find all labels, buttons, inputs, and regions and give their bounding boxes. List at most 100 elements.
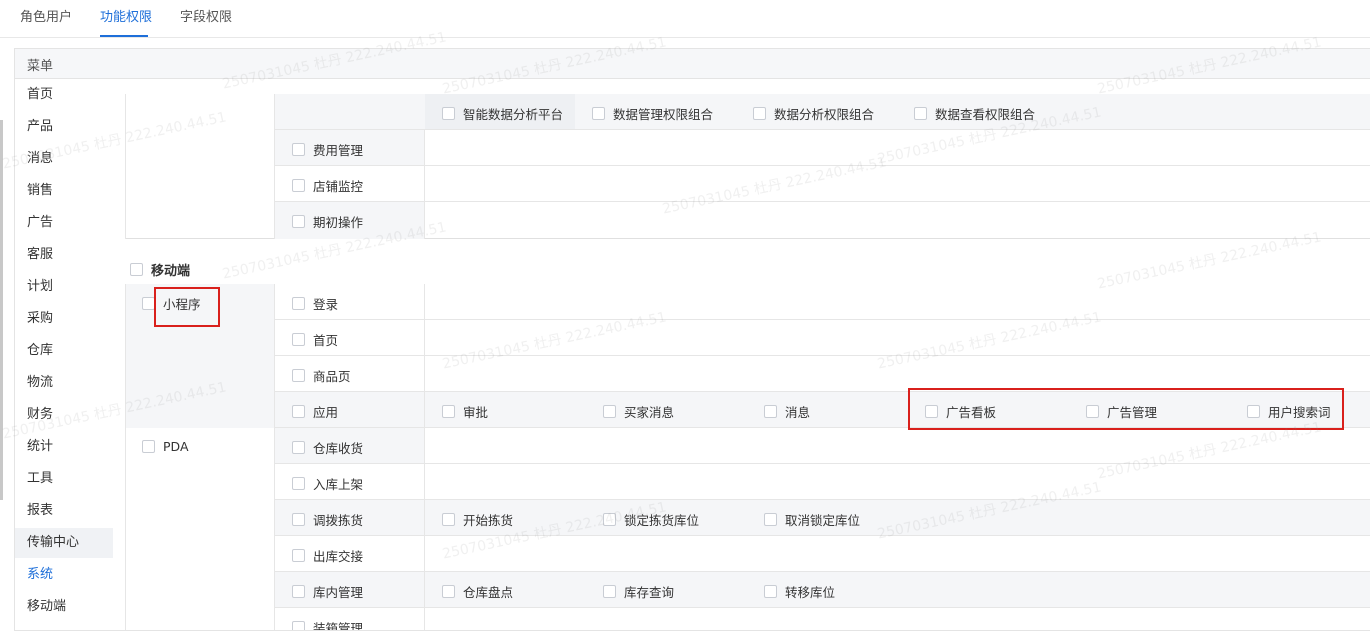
row-putaway xyxy=(275,464,1370,500)
checkbox[interactable] xyxy=(603,513,616,526)
checkbox[interactable] xyxy=(1086,405,1099,418)
checkbox[interactable] xyxy=(442,107,455,120)
checkbox[interactable] xyxy=(764,405,777,418)
option-packing-management[interactable]: 装箱管理 xyxy=(292,618,363,630)
panel-header: 菜单 xyxy=(15,49,1370,79)
option-mini-home[interactable]: 首页 xyxy=(292,330,338,349)
option-move-location[interactable]: 转移库位 xyxy=(764,582,835,601)
option-start-picking[interactable]: 开始拣货 xyxy=(442,510,513,529)
option-ad-dashboard[interactable]: 广告看板 xyxy=(925,402,996,421)
option-data-analysis-group[interactable]: 数据分析权限组合 xyxy=(753,104,874,123)
option-storage-management[interactable]: 库内管理 xyxy=(292,582,363,601)
menu-item-tools[interactable]: 工具 xyxy=(15,464,113,494)
checkbox[interactable] xyxy=(764,585,777,598)
row-login xyxy=(275,284,1370,320)
option-initial-operation[interactable]: 期初操作 xyxy=(292,212,363,231)
checkbox[interactable] xyxy=(130,263,143,276)
checkbox[interactable] xyxy=(1247,405,1260,418)
row-apps xyxy=(275,392,1370,428)
option-unlock-location[interactable]: 取消锁定库位 xyxy=(764,510,860,529)
checkbox[interactable] xyxy=(914,107,927,120)
row-expense xyxy=(275,130,1370,166)
menu-item-warehouse[interactable]: 仓库 xyxy=(15,336,113,366)
checkbox[interactable] xyxy=(292,549,305,562)
checkbox[interactable] xyxy=(442,405,455,418)
row-shop-monitor xyxy=(275,166,1370,202)
option-apps[interactable]: 应用 xyxy=(292,402,338,421)
menu-item-message[interactable]: 消息 xyxy=(15,144,113,174)
checkbox[interactable] xyxy=(753,107,766,120)
option-transfer-picking[interactable]: 调拨拣货 xyxy=(292,510,363,529)
option-outbound-handover[interactable]: 出库交接 xyxy=(292,546,363,565)
checkbox[interactable] xyxy=(292,333,305,346)
checkbox[interactable] xyxy=(292,441,305,454)
permission-tabs: 角色用户 功能权限 字段权限 xyxy=(0,0,1370,38)
option-smart-data-platform[interactable]: 智能数据分析平台 xyxy=(442,104,563,123)
option-stock-count[interactable]: 仓库盘点 xyxy=(442,582,513,601)
option-product-page[interactable]: 商品页 xyxy=(292,366,351,385)
option-messages[interactable]: 消息 xyxy=(764,402,810,421)
active-tab-indicator xyxy=(100,35,148,37)
checkbox[interactable] xyxy=(592,107,605,120)
checkbox[interactable] xyxy=(292,405,305,418)
mobile-section-header[interactable]: 移动端 xyxy=(130,260,190,279)
menu-item-service[interactable]: 客服 xyxy=(15,240,113,270)
option-putaway[interactable]: 入库上架 xyxy=(292,474,363,493)
checkbox[interactable] xyxy=(442,513,455,526)
option-receiving[interactable]: 仓库收货 xyxy=(292,438,363,457)
option-data-management-group[interactable]: 数据管理权限组合 xyxy=(592,104,713,123)
option-user-search-terms[interactable]: 用户搜索词 xyxy=(1247,402,1331,421)
option-buyer-messages[interactable]: 买家消息 xyxy=(603,402,674,421)
menu-item-ads[interactable]: 广告 xyxy=(15,208,113,238)
menu-item-plan[interactable]: 计划 xyxy=(15,272,113,302)
option-stock-query[interactable]: 库存查询 xyxy=(603,582,674,601)
menu-item-logistics[interactable]: 物流 xyxy=(15,368,113,398)
row-outbound-handover xyxy=(275,536,1370,572)
permission-grid: 智能数据分析平台 数据管理权限组合 数据分析权限组合 数据查看权限组合 费用管理… xyxy=(125,94,1370,630)
menu-list: 首页 产品 消息 销售 广告 客服 计划 采购 仓库 物流 财务 统计 工具 报… xyxy=(15,80,113,630)
tab-function-permissions[interactable]: 功能权限 xyxy=(100,6,152,25)
option-lock-pick-location[interactable]: 锁定拣货库位 xyxy=(603,510,699,529)
option-approval[interactable]: 审批 xyxy=(442,402,488,421)
option-pda[interactable]: PDA xyxy=(142,439,189,454)
checkbox[interactable] xyxy=(142,440,155,453)
option-shop-monitor[interactable]: 店铺监控 xyxy=(292,176,363,195)
menu-item-reports[interactable]: 报表 xyxy=(15,496,113,526)
checkbox[interactable] xyxy=(603,405,616,418)
option-login[interactable]: 登录 xyxy=(292,294,338,313)
row-product-page xyxy=(275,356,1370,392)
menu-item-statistics[interactable]: 统计 xyxy=(15,432,113,462)
option-ad-management[interactable]: 广告管理 xyxy=(1086,402,1157,421)
checkbox[interactable] xyxy=(292,215,305,228)
menu-item-finance[interactable]: 财务 xyxy=(15,400,113,430)
row-receiving xyxy=(275,428,1370,464)
tab-role-users[interactable]: 角色用户 xyxy=(20,6,72,25)
menu-item-mobile[interactable]: 移动端 xyxy=(15,592,113,622)
checkbox[interactable] xyxy=(292,513,305,526)
row-packing-management xyxy=(275,608,1370,630)
scrollbar-edge[interactable] xyxy=(0,120,3,500)
checkbox[interactable] xyxy=(142,297,155,310)
checkbox[interactable] xyxy=(292,621,305,630)
option-miniprogram[interactable]: 小程序 xyxy=(142,294,201,313)
checkbox[interactable] xyxy=(292,297,305,310)
checkbox[interactable] xyxy=(442,585,455,598)
option-data-view-group[interactable]: 数据查看权限组合 xyxy=(914,104,1035,123)
checkbox[interactable] xyxy=(292,585,305,598)
checkbox[interactable] xyxy=(292,143,305,156)
menu-item-transfer-center[interactable]: 传输中心 xyxy=(15,528,113,558)
menu-item-home[interactable]: 首页 xyxy=(15,80,113,110)
checkbox[interactable] xyxy=(292,369,305,382)
checkbox[interactable] xyxy=(764,513,777,526)
tab-field-permissions[interactable]: 字段权限 xyxy=(180,6,232,25)
checkbox[interactable] xyxy=(292,477,305,490)
menu-item-sales[interactable]: 销售 xyxy=(15,176,113,206)
checkbox[interactable] xyxy=(925,405,938,418)
permission-panel: 菜单 首页 产品 消息 销售 广告 客服 计划 采购 仓库 物流 财务 统计 工… xyxy=(14,48,1370,631)
menu-item-system[interactable]: 系统 xyxy=(15,560,113,590)
menu-item-product[interactable]: 产品 xyxy=(15,112,113,142)
checkbox[interactable] xyxy=(292,179,305,192)
option-expense-management[interactable]: 费用管理 xyxy=(292,140,363,159)
checkbox[interactable] xyxy=(603,585,616,598)
menu-item-purchase[interactable]: 采购 xyxy=(15,304,113,334)
